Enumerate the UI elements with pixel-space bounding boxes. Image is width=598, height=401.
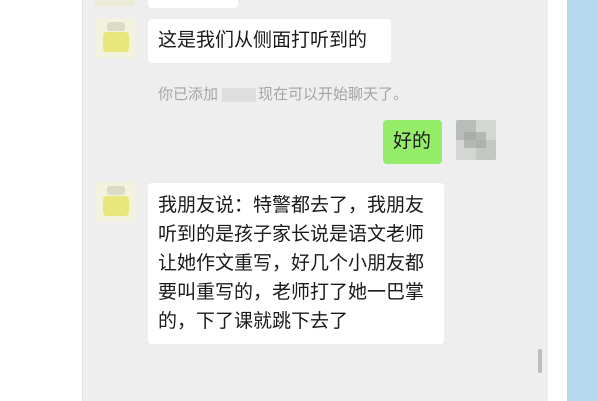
message-bubble-incoming[interactable]: 我朋友说：特警都去了，我朋友 听到的是孩子家长说是语文老师 让她作文重写，好几个…	[148, 183, 444, 344]
avatar-pixel	[103, 196, 129, 216]
message-line: 的，下了课就跳下去了	[158, 310, 349, 332]
avatar-pixel	[464, 132, 486, 148]
message-line: 听到的是孩子家长说是语文老师	[158, 223, 425, 245]
message-text: 这是我们从侧面打听到的	[158, 29, 368, 51]
message-line: 我朋友说：特警都去了，我朋友	[158, 194, 425, 216]
avatar-pixel	[103, 32, 129, 52]
system-notice-prefix: 你已添加	[158, 85, 219, 103]
message-line: 让她作文重写，好几个小朋友都	[158, 252, 425, 274]
avatar-pixel	[107, 22, 125, 31]
redacted-name	[222, 87, 257, 102]
contact-avatar[interactable]	[95, 182, 135, 222]
message-bubble-incoming[interactable]: 这是我们从侧面打听到的	[148, 19, 391, 63]
self-avatar[interactable]	[456, 120, 496, 160]
system-notice: 你已添加 现在可以开始聊天了。	[158, 83, 408, 104]
message-bubble-outgoing[interactable]: 好的	[383, 120, 442, 164]
system-notice-suffix: 现在可以开始聊天了。	[258, 85, 409, 103]
avatar-pixel	[107, 186, 125, 195]
chat-scrollbar[interactable]	[538, 349, 542, 373]
message-text: 好的	[393, 130, 432, 152]
previous-avatar-peek	[95, 0, 135, 6]
side-panel	[567, 0, 598, 401]
right-margin	[548, 0, 567, 401]
contact-avatar[interactable]	[95, 18, 135, 58]
message-line: 要叫重写的，老师打了她一巴掌	[158, 281, 425, 303]
left-margin	[0, 0, 82, 401]
previous-bubble-peek	[148, 0, 238, 8]
